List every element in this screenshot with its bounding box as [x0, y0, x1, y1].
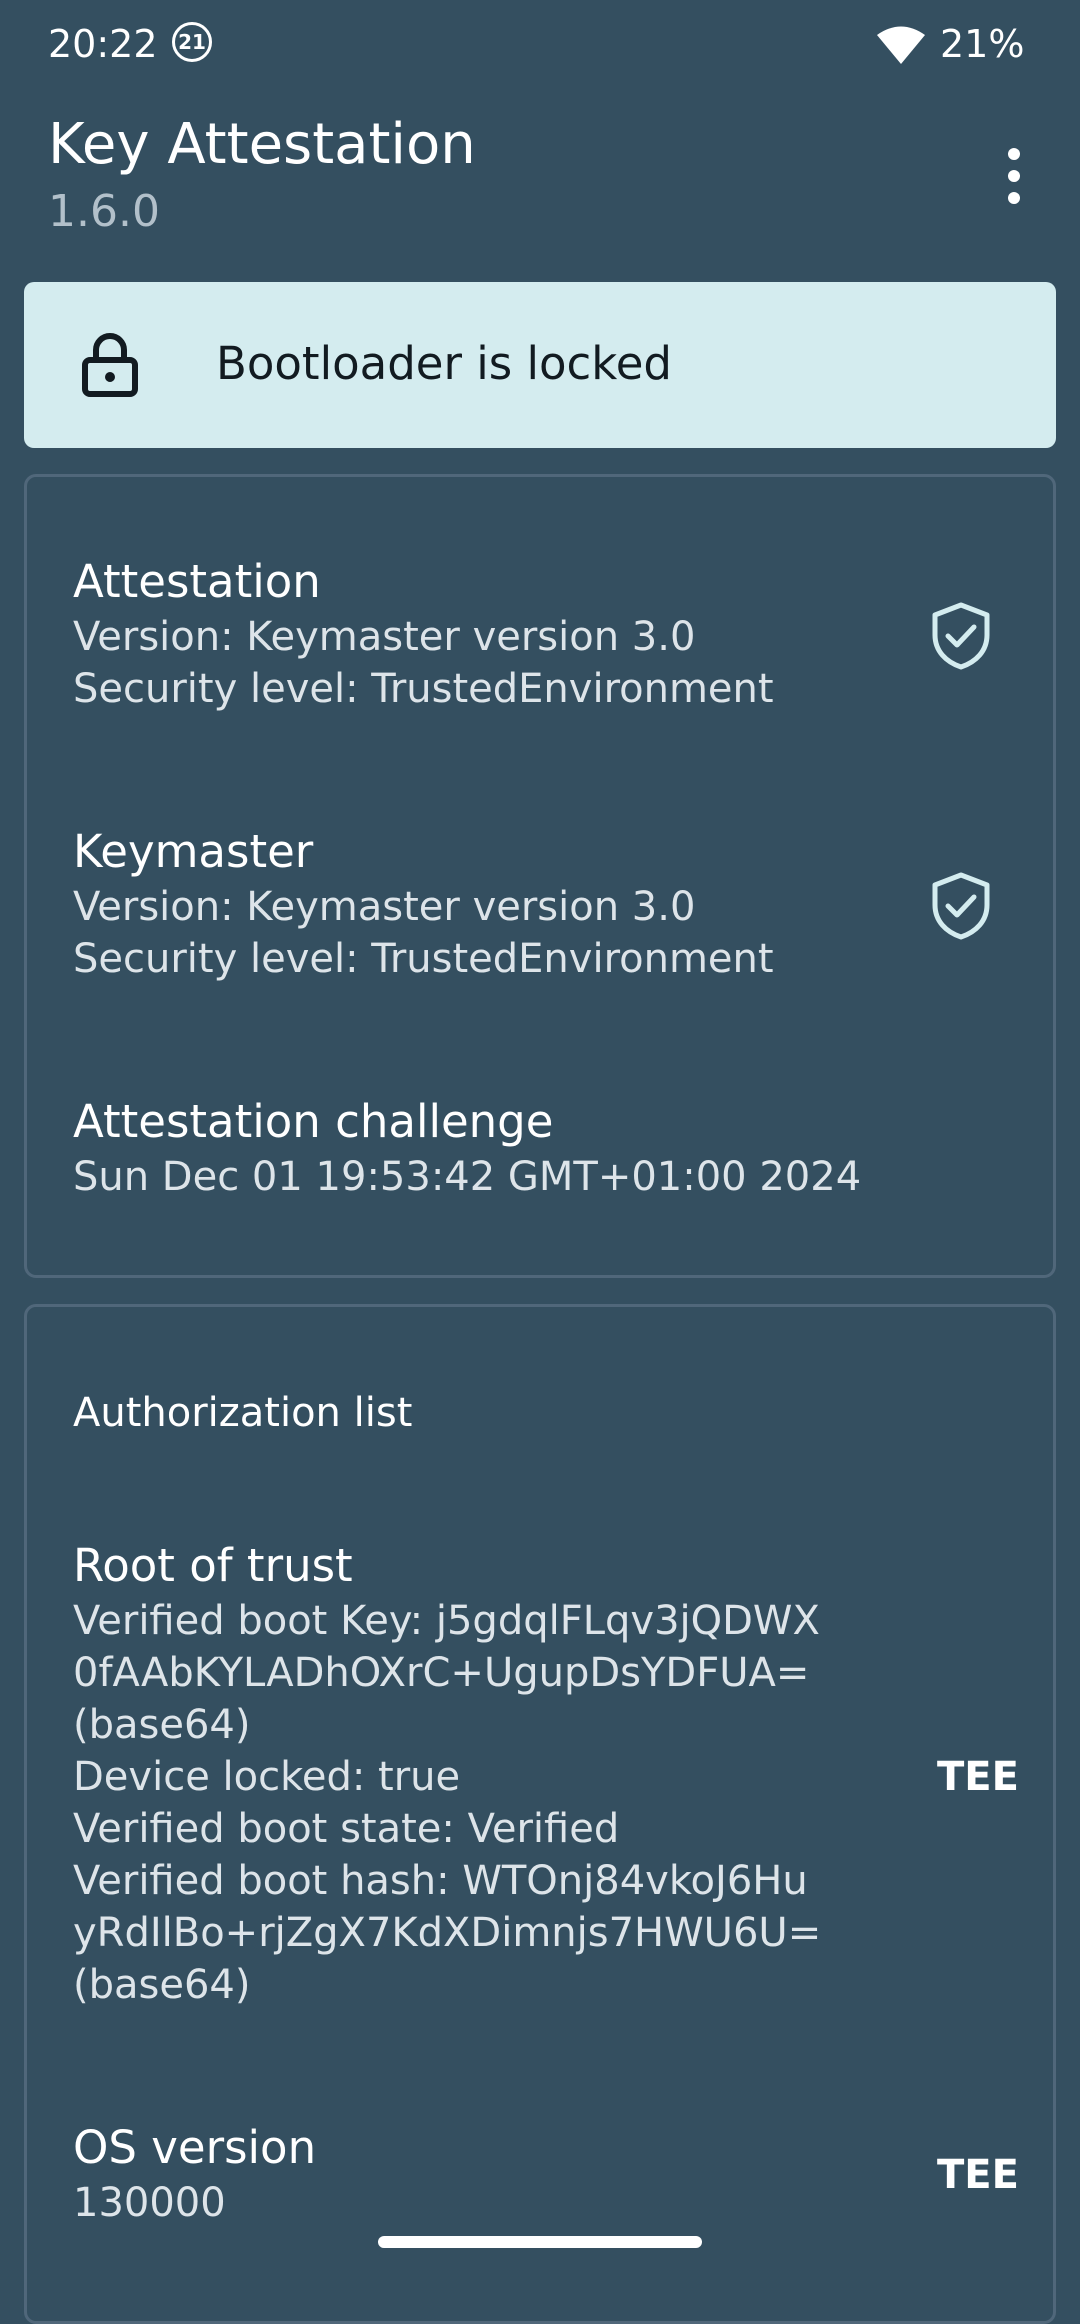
app-title: Key Attestation: [48, 112, 476, 177]
item-line: 130000: [73, 2180, 226, 2226]
item-line: Verified boot hash: WTOnj84vkoJ6Hu: [73, 1858, 808, 1904]
menu-dot: [1008, 170, 1020, 182]
item-line: Verified boot state: Verified: [73, 1806, 620, 1852]
item-line: Version: Keymaster version 3.0: [73, 614, 696, 660]
item-line: Verified boot Key: j5gdqlFLqv3jQDWX: [73, 1598, 820, 1644]
menu-dot: [1008, 192, 1020, 204]
bootloader-status-card: Bootloader is locked: [24, 282, 1056, 448]
root-of-trust-item[interactable]: Root of trust Verified boot Key: j5gdqlF…: [73, 1537, 953, 2011]
os-version-item[interactable]: OS version 130000: [73, 2119, 953, 2229]
status-bar: 20:22 21 21%: [0, 0, 1080, 92]
shield-check-icon: [932, 602, 990, 670]
item-line: Sun Dec 01 19:53:42 GMT+01:00 2024: [73, 1154, 862, 1200]
item-line: Version: Keymaster version 3.0: [73, 884, 696, 930]
item-line: (base64): [73, 1702, 251, 1748]
bootloader-status-text: Bootloader is locked: [216, 337, 672, 390]
keymaster-item[interactable]: Keymaster Version: Keymaster version 3.0…: [73, 823, 953, 985]
item-title: Root of trust: [73, 1539, 353, 1592]
item-line: Security level: TrustedEnvironment: [73, 936, 774, 982]
notification-count-badge: 21: [172, 22, 212, 62]
item-line: yRdIlBo+rjZgX7KdXDimnjs7HWU6U=: [73, 1910, 822, 1956]
item-title: Attestation challenge: [73, 1095, 554, 1148]
attestation-card: Attestation Version: Keymaster version 3…: [24, 474, 1056, 1278]
section-header: Authorization list: [73, 1390, 413, 1436]
item-title: Attestation: [73, 555, 321, 608]
battery-percentage: 21%: [940, 22, 1025, 66]
item-line: Device locked: true: [73, 1754, 461, 1800]
attestation-item[interactable]: Attestation Version: Keymaster version 3…: [73, 553, 953, 715]
shield-check-icon: [932, 872, 990, 940]
app-version: 1.6.0: [48, 186, 160, 237]
tee-badge: TEE: [937, 2152, 1019, 2198]
attestation-challenge-item[interactable]: Attestation challenge Sun Dec 01 19:53:4…: [73, 1093, 953, 1203]
tee-badge: TEE: [937, 1754, 1019, 1800]
gesture-navigation-bar[interactable]: [378, 2236, 702, 2248]
lock-icon: [82, 333, 138, 397]
more-vert-icon[interactable]: [982, 140, 1046, 212]
item-title: Keymaster: [73, 825, 314, 878]
menu-dot: [1008, 148, 1020, 160]
authorization-list-card: Authorization list Root of trust Verifie…: [24, 1304, 1056, 2324]
item-line: Security level: TrustedEnvironment: [73, 666, 774, 712]
item-line: (base64): [73, 1962, 251, 2008]
item-line: 0fAAbKYLADhOXrC+UgupDsYDFUA=: [73, 1650, 810, 1696]
status-time: 20:22: [48, 22, 158, 66]
item-title: OS version: [73, 2121, 317, 2174]
wifi-icon: [877, 26, 925, 64]
